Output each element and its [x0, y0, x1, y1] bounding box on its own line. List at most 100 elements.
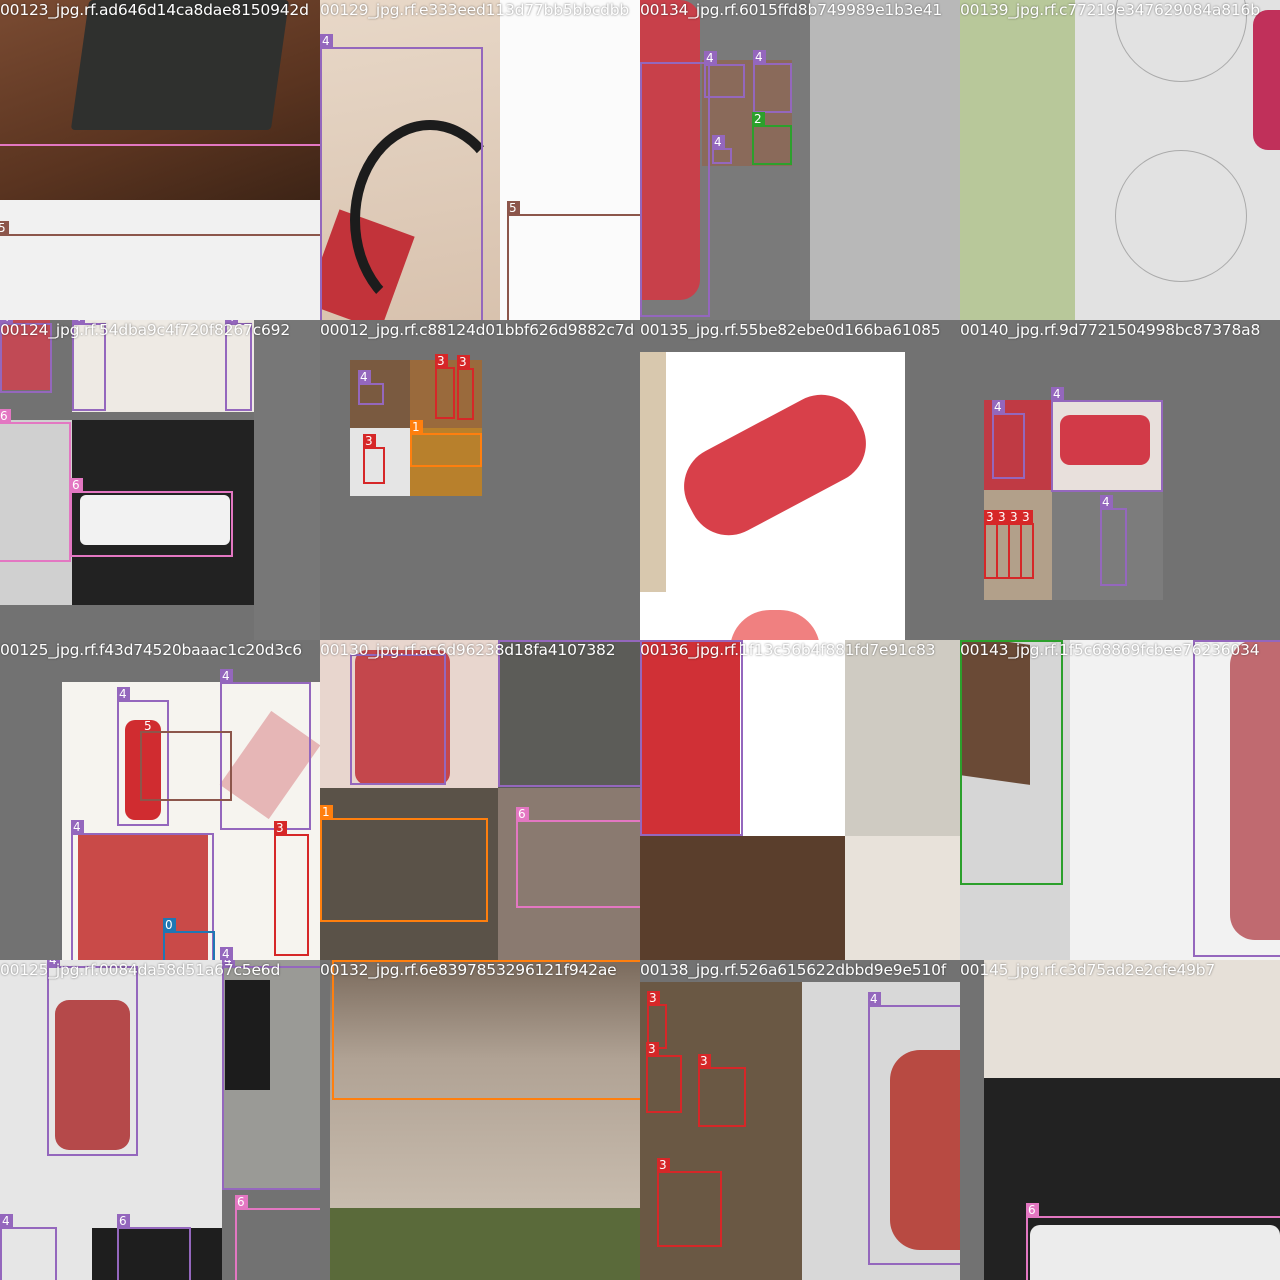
detection-box: 3 — [1020, 510, 1034, 579]
detection-box: 3 — [435, 354, 455, 419]
detection-box: 6 — [70, 478, 233, 557]
detection-box: 1 — [332, 960, 640, 1100]
tile-filename: 00143_jpg.rf.1f5c68869fcbee76236034 — [960, 641, 1260, 659]
tile-filename: 00132_jpg.rf.6e8397853296121f942ae — [320, 961, 617, 979]
detection-box — [350, 654, 446, 785]
detection-class-label: 3 — [646, 1042, 659, 1056]
detection-box: 3 — [646, 1042, 682, 1113]
mosaic-tile: 00124_jpg.rf.54dba9c4f720f8267c692 4 4 4… — [0, 320, 320, 640]
mosaic-grid: 00123_jpg.rf.ad646d14ca8dae8150942d 5 00… — [0, 0, 1280, 1280]
tile-filename: 00123_jpg.rf.ad646d14ca8dae8150942d — [0, 1, 309, 19]
detection-class-label: 3 — [457, 355, 470, 369]
detection-class-label: 3 — [435, 354, 448, 368]
detection-box: 6 — [0, 409, 71, 562]
detection-class-label: 4 — [753, 50, 766, 64]
detection-class-label: 4 — [220, 669, 233, 683]
detection-box: 4 — [868, 992, 960, 1265]
detection-class-label: 0 — [163, 918, 176, 932]
mosaic-tile: 00134_jpg.rf.6015ffd8b749989e1b3e41 4 4 … — [640, 0, 960, 320]
detection-box: 4 — [704, 51, 745, 98]
detection-box: 5 — [0, 221, 320, 320]
detection-class-label: 3 — [698, 1054, 711, 1068]
detection-class-label: 4 — [71, 820, 84, 834]
detection-box: 4 — [498, 640, 640, 787]
detection-box: 4 — [1100, 495, 1127, 586]
detection-box: 4 — [640, 640, 743, 836]
mosaic-tile: 00136_jpg.rf.1f13c56b4f881fd7e91c83 4 — [640, 640, 960, 960]
detection-box: 4 — [320, 34, 483, 320]
detection-class-label: 4 — [712, 135, 725, 149]
detection-box: 4 — [0, 1214, 57, 1280]
detection-box: 6 — [1026, 1203, 1280, 1280]
detection-class-label: 6 — [70, 478, 83, 492]
mosaic-tile: 00130_jpg.rf.ac6d96238d18fa4107382 4 1 6 — [320, 640, 640, 960]
mosaic-tile: 00145_jpg.rf.c3d75ad2e2cfe49b7 6 — [960, 960, 1280, 1280]
detection-box: 4 — [753, 50, 792, 113]
detection-box: 4 — [47, 960, 138, 1156]
detection-class-label: 6 — [0, 409, 11, 423]
mosaic-tile: 00139_jpg.rf.c77219e347629084a816b — [960, 0, 1280, 320]
detection-class-label: 4 — [320, 34, 333, 48]
detection-box: 4 — [712, 135, 732, 164]
tile-filename: 00135_jpg.rf.55be82ebe0d166ba61085 — [640, 321, 941, 339]
detection-class-label: 5 — [144, 719, 152, 733]
tile-image — [640, 320, 960, 640]
detection-box: 4 — [1193, 640, 1280, 957]
tile-filename: 00139_jpg.rf.c77219e347629084a816b — [960, 1, 1260, 19]
detection-box: 3 — [657, 1158, 722, 1247]
detection-class-label: 3 — [647, 991, 660, 1005]
detection-class-label: 1 — [320, 805, 333, 819]
detection-class-label: 4 — [1051, 387, 1064, 401]
tile-filename: 00125_jpg.rf.f43d74520baaac1c20d3c6 — [0, 641, 302, 659]
detection-box: 5 — [140, 719, 232, 801]
detection-box: 4 — [220, 669, 311, 830]
detection-class-label: 4 — [358, 370, 371, 384]
detection-box: 3 — [363, 434, 385, 484]
detection-class-label: 1 — [410, 420, 423, 434]
detection-class-label: 3 — [657, 1158, 670, 1172]
tile-filename: 00136_jpg.rf.1f13c56b4f881fd7e91c83 — [640, 641, 936, 659]
detection-box — [0, 0, 320, 146]
mosaic-tile: 00125_jpg.rf.f43d74520baaac1c20d3c6 4 4 … — [0, 640, 320, 960]
tile-filename: 00125_jpg.rf.0084da58d51a67c5e6d — [0, 961, 281, 979]
detection-class-label: 5 — [0, 221, 9, 235]
tile-filename: 00130_jpg.rf.ac6d96238d18fa4107382 — [320, 641, 616, 659]
detection-class-label: 3 — [1020, 510, 1033, 524]
mosaic-tile: 00143_jpg.rf.1f5c68869fcbee76236034 2 4 — [960, 640, 1280, 960]
detection-box: 1 — [320, 805, 488, 922]
detection-box: 2 — [960, 640, 1063, 885]
detection-box: 6 — [235, 1195, 320, 1280]
detection-box: 2 — [752, 112, 792, 165]
detection-class-label: 3 — [363, 434, 376, 448]
tile-filename: 00129_jpg.rf.e333eed113d77bb5bbcdbb — [320, 1, 630, 19]
detection-box: 5 — [507, 201, 640, 320]
detection-box: 4 — [992, 400, 1025, 479]
detection-class-label: 6 — [1026, 1203, 1039, 1217]
detection-class-label: 4 — [868, 992, 881, 1006]
tile-filename: 00134_jpg.rf.6015ffd8b749989e1b3e41 — [640, 1, 943, 19]
detection-box: 4 — [1051, 387, 1163, 492]
detection-class-label: 4 — [992, 400, 1005, 414]
detection-class-label: 6 — [516, 807, 529, 821]
mosaic-tile: 00132_jpg.rf.6e8397853296121f942ae 1 — [320, 960, 640, 1280]
mosaic-tile: 00125_jpg.rf.0084da58d51a67c5e6d 4 4 4 6… — [0, 960, 320, 1280]
detection-class-label: 4 — [220, 947, 233, 960]
detection-box: 3 — [457, 355, 474, 420]
detection-box: 1 — [410, 420, 482, 467]
tile-filename: 00124_jpg.rf.54dba9c4f720f8267c692 — [0, 321, 290, 339]
detection-box: 6 — [117, 1214, 191, 1280]
detection-box — [640, 62, 710, 317]
detection-class-label: 6 — [235, 1195, 248, 1209]
detection-class-label: 2 — [752, 112, 765, 126]
detection-class-label: 6 — [117, 1214, 130, 1228]
detection-box: 4 — [222, 960, 320, 1190]
mosaic-tile: 00123_jpg.rf.ad646d14ca8dae8150942d 5 — [0, 0, 320, 320]
detection-class-label: 4 — [117, 687, 130, 701]
mosaic-tile: 00135_jpg.rf.55be82ebe0d166ba61085 — [640, 320, 960, 640]
tile-filename: 00140_jpg.rf.9d7721504998bc87378a8 — [960, 321, 1261, 339]
tile-filename: 00145_jpg.rf.c3d75ad2e2cfe49b7 — [960, 961, 1216, 979]
detection-class-label: 3 — [274, 821, 287, 835]
mosaic-tile: 00129_jpg.rf.e333eed113d77bb5bbcdbb 4 5 — [320, 0, 640, 320]
mosaic-tile: 00012_jpg.rf.c88124d01bbf626d9882c7d 4 3… — [320, 320, 640, 640]
detection-box: 3 — [698, 1054, 746, 1127]
